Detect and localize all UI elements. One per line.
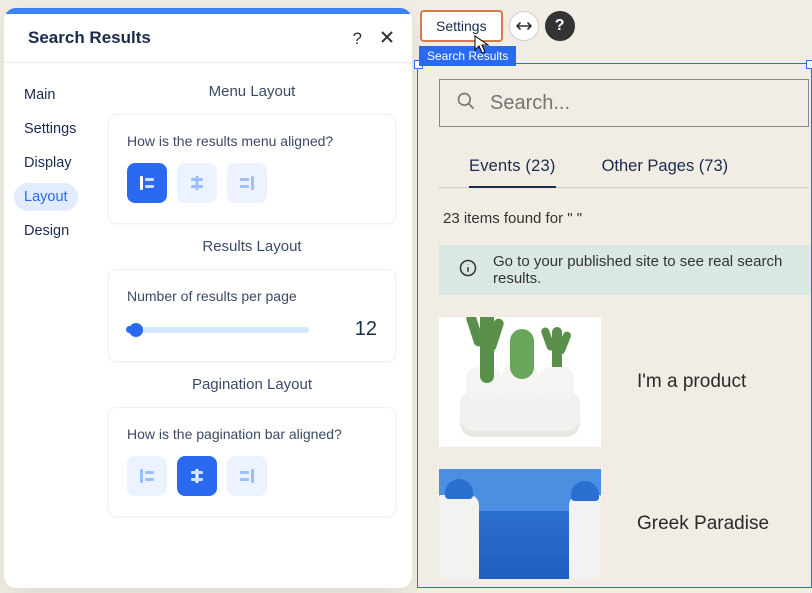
pagination-align-center-button[interactable] [177,456,217,496]
panel-side-tabs: Main Settings Display Layout Design [4,63,104,588]
pagination-layout-card: How is the pagination bar aligned? [108,407,396,517]
canvas-selection-outline [417,63,812,588]
selection-badge: Search Results [419,46,516,66]
tab-design[interactable]: Design [14,217,79,245]
align-left-button[interactable] [127,163,167,203]
section-pagination-layout-title: Pagination Layout [108,366,396,407]
pagination-align-right-button[interactable] [227,456,267,496]
tab-settings[interactable]: Settings [14,115,86,143]
element-toolbar: Settings ? [420,10,575,42]
tab-main[interactable]: Main [14,81,65,109]
stretch-icon[interactable] [509,11,539,41]
tab-layout[interactable]: Layout [14,183,78,211]
help-round-icon[interactable]: ? [545,11,575,41]
tab-display[interactable]: Display [14,149,82,177]
cursor-icon [474,35,490,60]
results-per-page-value: 12 [327,318,377,341]
panel-header: Search Results ? [4,14,412,63]
help-icon[interactable]: ? [353,30,362,47]
close-icon[interactable] [380,30,394,47]
results-per-page-label: Number of results per page [127,288,377,304]
settings-button[interactable]: Settings [420,10,503,42]
panel-content: Menu Layout How is the results menu alig… [104,63,412,588]
section-results-layout-title: Results Layout [108,228,396,269]
section-menu-layout-title: Menu Layout [108,73,396,114]
pagination-align-left-button[interactable] [127,456,167,496]
results-per-page-slider[interactable] [127,320,309,340]
panel-title: Search Results [28,28,151,48]
align-right-button[interactable] [227,163,267,203]
pagination-question: How is the pagination bar aligned? [127,426,377,442]
menu-layout-question: How is the results menu aligned? [127,133,377,149]
menu-layout-card: How is the results menu aligned? [108,114,396,224]
align-center-button[interactable] [177,163,217,203]
settings-panel: Search Results ? Main Settings Display L… [4,8,412,588]
results-layout-card: Number of results per page 12 [108,269,396,362]
